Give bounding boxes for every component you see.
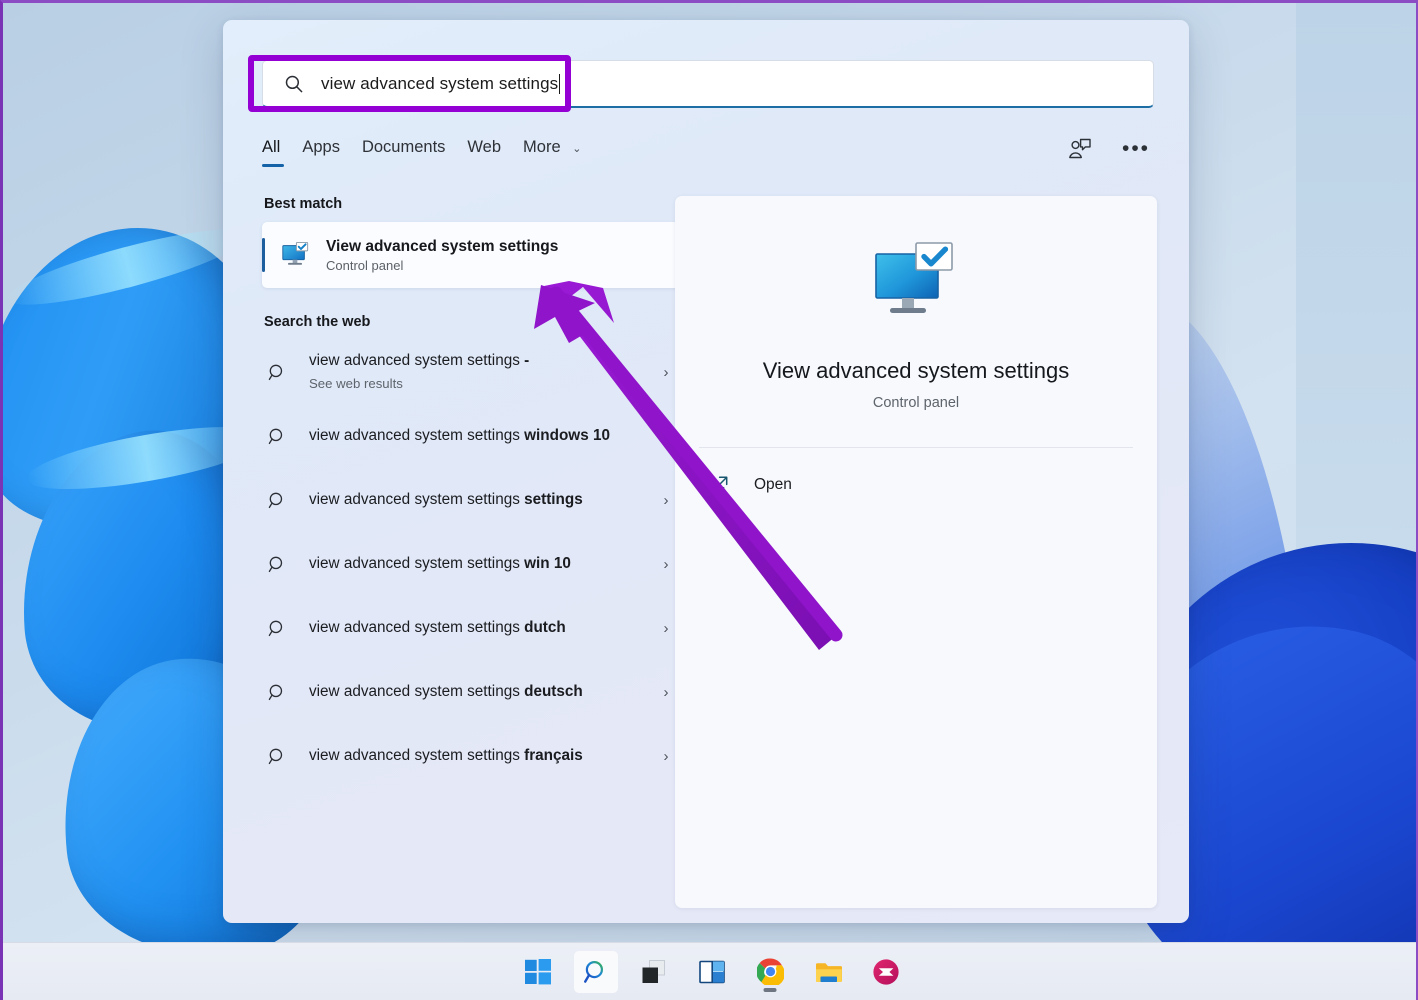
open-action[interactable]: Open [675,462,1157,508]
search-icon [268,428,283,444]
best-match-heading: Best match [264,196,343,212]
tab-documents-label: Documents [361,138,446,156]
chrome-icon [756,958,784,985]
tab-apps-label: Apps [302,138,340,156]
search-icon [268,620,283,636]
task-view-icon [642,959,665,983]
best-match-title: View advanced system settings [326,237,559,255]
file-explorer-button[interactable] [806,951,850,993]
web-suggestion-item[interactable]: view advanced system settings dutch › [262,596,683,660]
taskbar [3,942,1416,1000]
pink-app-icon [873,958,899,985]
chevron-right-icon: › [663,747,669,765]
web-suggestion-item[interactable]: view advanced system settings settings › [262,468,683,532]
tab-apps[interactable]: Apps [302,132,362,169]
tab-more-label: More [523,138,561,156]
wallpaper-ribbon-highlight-1 [3,215,254,319]
widgets-icon [699,960,725,983]
folder-icon [815,962,842,982]
web-suggestion-item[interactable]: view advanced system settings français › [262,724,683,788]
chevron-right-icon: › [663,555,669,573]
web-suggestion-text: view advanced system settings français [309,746,583,764]
widgets-button[interactable] [690,951,734,993]
web-suggestion-text: view advanced system settings settings [309,490,583,508]
results-column: Best match View advanced system settings… [262,196,683,908]
web-suggestion-text: view advanced system settings deutsch [309,682,583,700]
chevron-right-icon: › [663,363,669,381]
tab-more[interactable]: More ⌄ [523,132,603,169]
chevron-right-icon: › [663,619,669,637]
preview-pane: View advanced system settings Control pa… [675,196,1157,908]
search-icon [584,960,603,983]
best-match-result[interactable]: View advanced system settings Control pa… [262,222,683,288]
search-icon [268,748,283,764]
text-caret [559,73,561,94]
start-button[interactable] [516,951,560,993]
more-options-icon: ••• [1121,137,1151,160]
search-icon [268,364,283,380]
feedback-icon [1069,138,1091,159]
chevron-down-icon: ⌄ [572,143,582,155]
more-options-button[interactable]: ••• [1119,132,1153,166]
web-suggestion-text: view advanced system settings dutch [309,618,566,636]
web-suggestion-item[interactable]: view advanced system settings windows 10… [262,404,683,468]
chevron-right-icon: › [663,427,669,445]
web-suggestion-subtext: See web results [309,375,403,391]
web-suggestion-item[interactable]: view advanced system settings win 10 › [262,532,683,596]
system-settings-monitor-icon [282,241,309,265]
search-icon [268,684,283,700]
tab-documents[interactable]: Documents [362,132,467,169]
system-settings-monitor-icon [875,242,953,313]
panel-actions: ••• [1063,132,1153,166]
tab-web-label: Web [467,138,502,156]
task-view-button[interactable] [632,951,676,993]
chevron-right-icon: › [663,491,669,509]
running-indicator [763,987,777,992]
open-label: Open [754,476,792,493]
search-icon [268,556,283,572]
search-icon [285,75,303,92]
web-suggestion-item[interactable]: view advanced system settings deutsch › [262,660,683,724]
search-input-value[interactable]: view advanced system settings [321,74,558,94]
search-icon [268,492,283,508]
web-suggestion-text: view advanced system settings windows 10 [309,426,610,444]
preview-divider [699,447,1133,448]
desktop: view advanced system settings All Apps D… [0,0,1418,1000]
pink-app-button[interactable] [864,951,908,993]
tab-all[interactable]: All [262,132,302,169]
web-suggestions-list: view advanced system settings - See web r… [262,340,683,788]
chrome-button[interactable] [748,951,792,993]
open-external-icon [709,476,728,495]
preview-subtitle: Control panel [872,395,960,411]
web-suggestion-text: view advanced system settings win 10 [309,554,571,572]
web-suggestion-item[interactable]: view advanced system settings - See web r… [262,340,683,404]
wallpaper-right-gradient [1296,3,1416,1000]
windows-logo-icon [525,958,551,984]
tab-web[interactable]: Web [467,132,523,169]
preview-title: View advanced system settings [762,358,1070,383]
filter-tabs: All Apps Documents Web More ⌄ [262,132,603,169]
search-the-web-heading: Search the web [264,314,371,330]
best-match-subtitle: Control panel [326,258,404,274]
search-button[interactable] [574,950,618,993]
search-box[interactable]: view advanced system settings [262,60,1154,108]
search-flyout-panel: view advanced system settings All Apps D… [223,20,1189,923]
web-suggestion-text: view advanced system settings - See web r… [309,349,659,394]
tab-all-label: All [262,138,281,156]
feedback-button[interactable] [1063,132,1097,166]
chevron-right-icon: › [663,683,669,701]
